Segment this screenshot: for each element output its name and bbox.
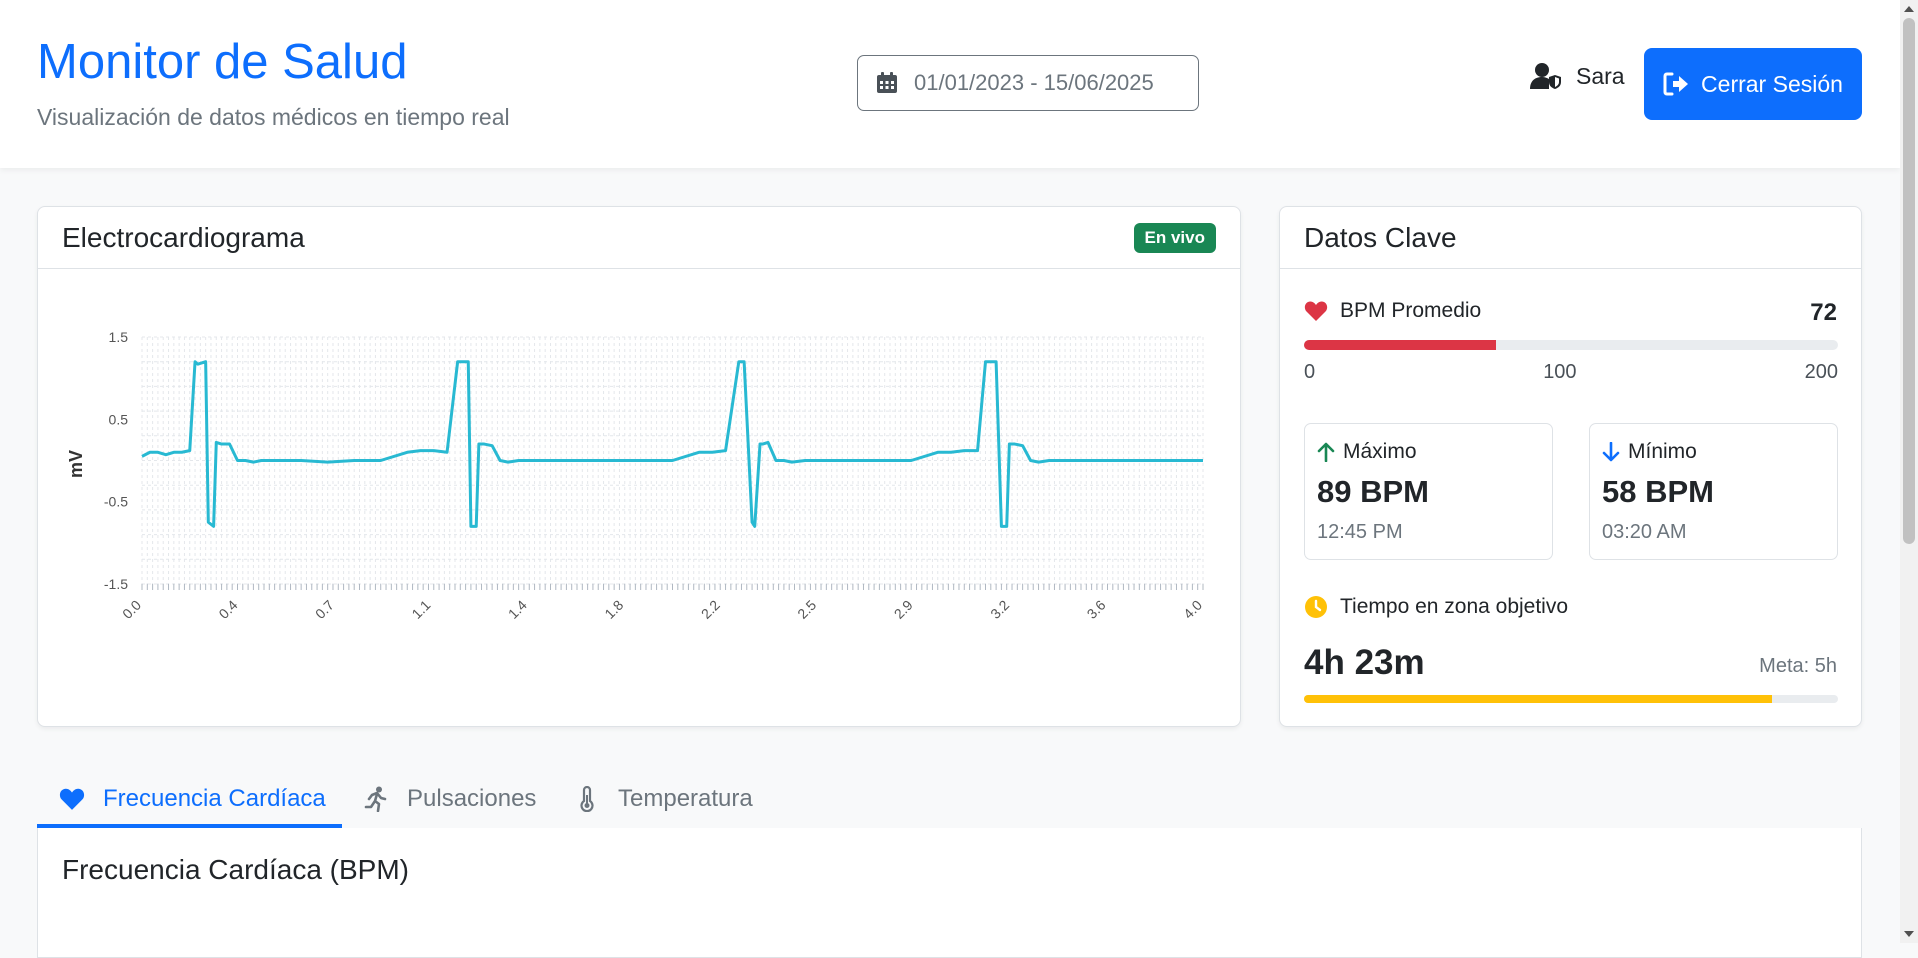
page-scrollbar[interactable]: [1900, 0, 1918, 943]
target-zone-goal: Meta: 5h: [1759, 655, 1837, 677]
ecg-x-tick-label: 1.1: [408, 597, 433, 622]
target-zone-label: Tiempo en zona objetivo: [1340, 595, 1569, 618]
ecg-x-tick-label: 1.4: [505, 597, 530, 622]
scroll-down-arrow[interactable]: [1904, 931, 1914, 937]
min-value: 58 BPM: [1602, 474, 1714, 509]
scroll-thumb[interactable]: [1903, 18, 1915, 544]
tab-pulsaciones[interactable]: Pulsaciones: [363, 770, 536, 828]
tab-label: Frecuencia Cardíaca: [103, 785, 326, 812]
app-header: Monitor de Salud Visualización de datos …: [0, 0, 1900, 168]
ecg-x-tick-label: 3.6: [1084, 597, 1109, 622]
heart-icon: [1304, 301, 1328, 321]
min-label-row: Mínimo: [1602, 440, 1697, 464]
running-icon: [364, 786, 387, 812]
ecg-x-tick-label: 3.2: [987, 597, 1012, 622]
thermometer-icon: [580, 786, 594, 812]
ecg-x-tick-label: 4.0: [1180, 597, 1205, 622]
bpm-scale-min: 0: [1304, 361, 1316, 383]
ecg-y-tick-label: -1.5: [104, 576, 128, 592]
user-shield-icon: [1530, 63, 1561, 89]
bpm-progress-bar: [1304, 340, 1838, 350]
max-bpm-box: Máximo 89 BPM 12:45 PM: [1304, 423, 1553, 560]
ecg-y-tick-label: 1.5: [109, 329, 129, 345]
ecg-y-tick-label: 0.5: [109, 411, 129, 427]
arrow-down-icon: [1602, 442, 1620, 462]
ecg-card: Electrocardiograma En vivo 1.5 0.5 -0.5 -1.…: [37, 206, 1241, 727]
app-title: Monitor de Salud: [37, 35, 408, 89]
ecg-x-tick-label: 1.8: [601, 597, 626, 622]
min-label: Mínimo: [1628, 440, 1697, 463]
min-time: 03:20 AM: [1602, 521, 1687, 543]
target-zone-value: 4h 23m: [1304, 643, 1425, 682]
ecg-title: Electrocardiograma: [62, 221, 305, 253]
max-label: Máximo: [1343, 440, 1417, 463]
ecg-card-header: Electrocardiograma En vivo: [38, 207, 1240, 269]
sign-out-icon: [1663, 72, 1689, 96]
user-menu[interactable]: Sara: [1530, 62, 1625, 90]
bpm-average-label: BPM Promedio: [1340, 299, 1482, 322]
logout-button[interactable]: Cerrar Sesión: [1644, 48, 1862, 120]
bpm-average-value: 72: [1810, 299, 1837, 326]
bpm-progress-fill: [1304, 340, 1497, 350]
date-range-value: 01/01/2023 - 15/06/2025: [914, 70, 1154, 95]
app-subtitle: Visualización de datos médicos en tiempo…: [37, 104, 510, 130]
date-range-picker[interactable]: 01/01/2023 - 15/06/2025: [857, 55, 1199, 111]
tab-label: Pulsaciones: [407, 785, 537, 812]
heart-rate-panel: Frecuencia Cardíaca (BPM): [37, 828, 1862, 958]
scroll-up-arrow[interactable]: [1904, 6, 1914, 12]
ecg-x-tick-label: 0.7: [312, 597, 337, 622]
calendar-icon: [877, 72, 897, 93]
tab-frecuencia-cardiaca[interactable]: Frecuencia Cardíaca: [59, 770, 326, 828]
bpm-scale-max: 200: [1804, 361, 1838, 383]
arrow-up-icon: [1317, 442, 1335, 462]
ecg-y-axis-label: mV: [66, 450, 86, 478]
ecg-x-tick-label: 2.9: [891, 597, 916, 622]
ecg-y-tick-label: -0.5: [104, 494, 128, 510]
user-name: Sara: [1576, 62, 1625, 89]
ecg-chart: 1.5 0.5 -0.5 -1.5 0.0 0.4 0.7 1.1 1.4 1.8 2.2 2.5 2.…: [66, 329, 1205, 622]
heart-icon: [59, 788, 85, 810]
live-badge: En vivo: [1133, 222, 1216, 253]
tab-label: Temperatura: [618, 785, 753, 812]
max-value: 89 BPM: [1317, 474, 1429, 509]
bpm-scale-mid: 100: [1543, 361, 1577, 383]
target-zone-row: Tiempo en zona objetivo: [1304, 595, 1568, 619]
logout-label: Cerrar Sesión: [1701, 70, 1843, 97]
key-data-card: Datos Clave BPM Promedio 72 0 100 200 Má…: [1279, 206, 1862, 727]
ecg-x-tick-label: 2.5: [794, 597, 819, 622]
key-data-title: Datos Clave: [1304, 221, 1457, 253]
metric-tabs: Frecuencia Cardíaca Pulsaciones Temperat…: [37, 770, 1862, 829]
max-time: 12:45 PM: [1317, 521, 1403, 543]
ecg-x-tick-label: 2.2: [698, 597, 723, 622]
ecg-x-tick-label: 0.4: [215, 597, 240, 622]
min-bpm-box: Mínimo 58 BPM 03:20 AM: [1589, 423, 1838, 560]
tab-temperatura[interactable]: Temperatura: [574, 770, 753, 828]
target-progress-fill: [1304, 695, 1773, 703]
bpm-average-row: BPM Promedio: [1304, 299, 1481, 323]
ecg-x-tick-label: 0.0: [119, 597, 144, 622]
bpm-scale: 0 100 200: [1304, 361, 1838, 384]
clock-icon: [1305, 596, 1327, 618]
max-label-row: Máximo: [1317, 440, 1417, 464]
panel-title: Frecuencia Cardíaca (BPM): [62, 854, 410, 885]
key-data-header: Datos Clave: [1280, 207, 1861, 269]
ecg-x-minor-ticks: [141, 584, 1204, 590]
target-progress-bar: [1304, 695, 1838, 703]
